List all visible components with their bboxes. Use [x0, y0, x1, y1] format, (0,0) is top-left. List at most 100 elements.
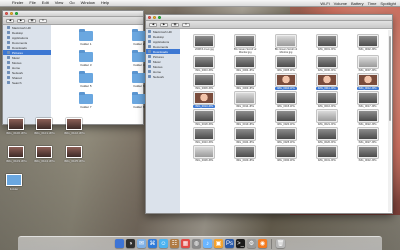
- sidebar-item[interactable]: Search: [3, 80, 51, 85]
- file-item[interactable]: IMG_0009.JPG: [227, 74, 264, 90]
- file-item[interactable]: IMG_0004.JPG: [227, 56, 264, 72]
- desktop-item[interactable]: IMG_0105.JPG: [64, 146, 85, 163]
- file-item[interactable]: IMG_0032.JPG: [349, 146, 386, 162]
- file-label: BG Green Scroll v2 Monitor.jpg: [234, 48, 257, 54]
- dock-app[interactable]: ◍: [192, 239, 201, 248]
- file-item[interactable]: IMG_0021.JPG: [308, 110, 345, 126]
- folder-item[interactable]: Folder 5: [61, 71, 111, 91]
- forward-button[interactable]: ▶: [160, 22, 168, 27]
- file-item[interactable]: IMG_0010.JPG: [268, 74, 305, 90]
- dock-app[interactable]: ⌘: [148, 239, 157, 248]
- dock-app[interactable]: ♪: [203, 239, 212, 248]
- file-item[interactable]: IMG_0003.JPG: [186, 56, 223, 72]
- zoom-button[interactable]: [15, 12, 18, 15]
- file-item[interactable]: IMG_0024.JPG: [227, 128, 264, 144]
- sidebar-item-icon: [148, 60, 151, 63]
- desktop-item[interactable]: IMG_0103.JPG: [6, 146, 27, 163]
- menu-app-name[interactable]: Finder: [12, 0, 23, 6]
- menu-view[interactable]: View: [55, 0, 64, 6]
- file-item[interactable]: IMG_0025.JPG: [268, 128, 305, 144]
- scrollbar-knob[interactable]: [388, 36, 391, 121]
- dock-app[interactable]: ◑: [126, 239, 135, 248]
- file-label: IMG_0015.JPG: [277, 105, 295, 108]
- dock-app[interactable]: ✉: [137, 239, 146, 248]
- file-item[interactable]: IMG_0006.JPG: [308, 56, 345, 72]
- dock-app[interactable]: ▦: [181, 239, 190, 248]
- file-item[interactable]: IMG_0022.JPG: [349, 110, 386, 126]
- file-item[interactable]: IMG_0029.JPG: [227, 146, 264, 162]
- file-item[interactable]: IMG_0015.JPG: [268, 92, 305, 108]
- file-item[interactable]: BG Green Scroll v2 Monitor.jpg: [268, 35, 305, 54]
- desktop-item[interactable]: IMG_0101.JPG: [34, 118, 55, 135]
- file-item[interactable]: IMG_0031.JPG: [308, 146, 345, 162]
- desktop-item[interactable]: Folder: [6, 174, 22, 191]
- menu-edit[interactable]: Edit: [42, 0, 49, 6]
- close-button[interactable]: [5, 12, 8, 15]
- file-item[interactable]: IMG_0014.JPG: [227, 92, 264, 108]
- file-label: IMG_0032.JPG: [358, 159, 377, 162]
- forward-button[interactable]: ▶: [17, 18, 25, 23]
- dock-app[interactable]: ▣: [214, 239, 223, 248]
- file-item[interactable]: IMG_0020.JPG: [268, 110, 305, 126]
- zoom-button[interactable]: [158, 16, 161, 19]
- file-item[interactable]: IMG_0008.JPG: [186, 74, 223, 90]
- dock-app[interactable]: >_: [236, 239, 245, 248]
- back-button[interactable]: ◀: [149, 22, 157, 27]
- file-item[interactable]: 2008-5-3.a.k.jpg: [186, 35, 223, 54]
- battery-icon[interactable]: Battery: [351, 1, 364, 6]
- wifi-icon[interactable]: Wi-Fi: [320, 1, 329, 6]
- spotlight-icon[interactable]: Spotlight: [380, 1, 396, 6]
- file-item[interactable]: IMG_0016.JPG: [308, 92, 345, 108]
- view-list-button[interactable]: ≡: [182, 22, 190, 27]
- sidebar: Macintosh HD Desktop Applications Documents…: [3, 25, 52, 124]
- file-item[interactable]: IMG_0012.JPG: [349, 74, 386, 90]
- folder-item[interactable]: Folder 7: [61, 92, 111, 112]
- file-thumbnail: [316, 92, 337, 104]
- file-item[interactable]: IMG_0001.JPG: [308, 35, 345, 54]
- file-item[interactable]: IMG_0007.JPG: [349, 56, 386, 72]
- file-item[interactable]: IMG_0023.JPG: [186, 128, 223, 144]
- file-item[interactable]: IMG_0011.JPG: [308, 74, 345, 90]
- desktop-item[interactable]: IMG_0102.JPG: [64, 118, 85, 135]
- minimize-button[interactable]: [10, 12, 13, 15]
- file-item[interactable]: IMG_0027.JPG: [349, 128, 386, 144]
- file-item[interactable]: BG Green Scroll v2 Monitor.jpg: [227, 35, 264, 54]
- minimize-button[interactable]: [153, 16, 156, 19]
- desktop-item[interactable]: IMG_0104.JPG: [34, 146, 55, 163]
- file-item[interactable]: IMG_0030.JPG: [268, 146, 305, 162]
- file-item[interactable]: IMG_0018.JPG: [186, 110, 223, 126]
- dock-app[interactable]: [115, 239, 124, 248]
- file-item[interactable]: IMG_0028.JPG: [186, 146, 223, 162]
- file-item[interactable]: IMG_0013.JPG: [186, 92, 223, 108]
- file-item[interactable]: IMG_0026.JPG: [308, 128, 345, 144]
- close-button[interactable]: [148, 16, 151, 19]
- sidebar-item[interactable]: Network: [146, 74, 180, 79]
- view-icons-button[interactable]: ▦: [28, 18, 36, 23]
- menu-file[interactable]: File: [29, 0, 35, 6]
- file-thumbnail: [357, 56, 378, 68]
- sidebar-item-icon: [7, 76, 10, 79]
- dock-app[interactable]: Ps: [225, 239, 234, 248]
- view-icons-button[interactable]: ▦: [171, 22, 179, 27]
- file-item[interactable]: IMG_0002.JPG: [349, 35, 386, 54]
- dock-app[interactable]: ◉: [258, 239, 267, 248]
- menu-window[interactable]: Window: [81, 0, 95, 6]
- back-button[interactable]: ◀: [6, 18, 14, 23]
- dock-app[interactable]: ☺: [159, 239, 168, 248]
- desktop-item[interactable]: IMG_0100.JPG: [6, 118, 27, 135]
- menu-help[interactable]: Help: [101, 0, 109, 6]
- vertical-scrollbar[interactable]: [388, 30, 391, 212]
- view-list-button[interactable]: ≡: [39, 18, 47, 23]
- menu-go[interactable]: Go: [69, 0, 74, 6]
- clock[interactable]: Time: [368, 1, 377, 6]
- dock-app[interactable]: 🗑: [276, 239, 285, 248]
- file-label: IMG_0002.JPG: [358, 48, 377, 51]
- volume-icon[interactable]: Volume: [334, 1, 347, 6]
- file-item[interactable]: IMG_0005.JPG: [268, 56, 305, 72]
- dock-app[interactable]: ⚙: [247, 239, 256, 248]
- folder-item[interactable]: Folder 1: [61, 29, 111, 49]
- dock-app[interactable]: ☷: [170, 239, 179, 248]
- file-item[interactable]: IMG_0017.JPG: [349, 92, 386, 108]
- file-item[interactable]: IMG_0019.JPG: [227, 110, 264, 126]
- folder-item[interactable]: Folder 3: [61, 50, 111, 70]
